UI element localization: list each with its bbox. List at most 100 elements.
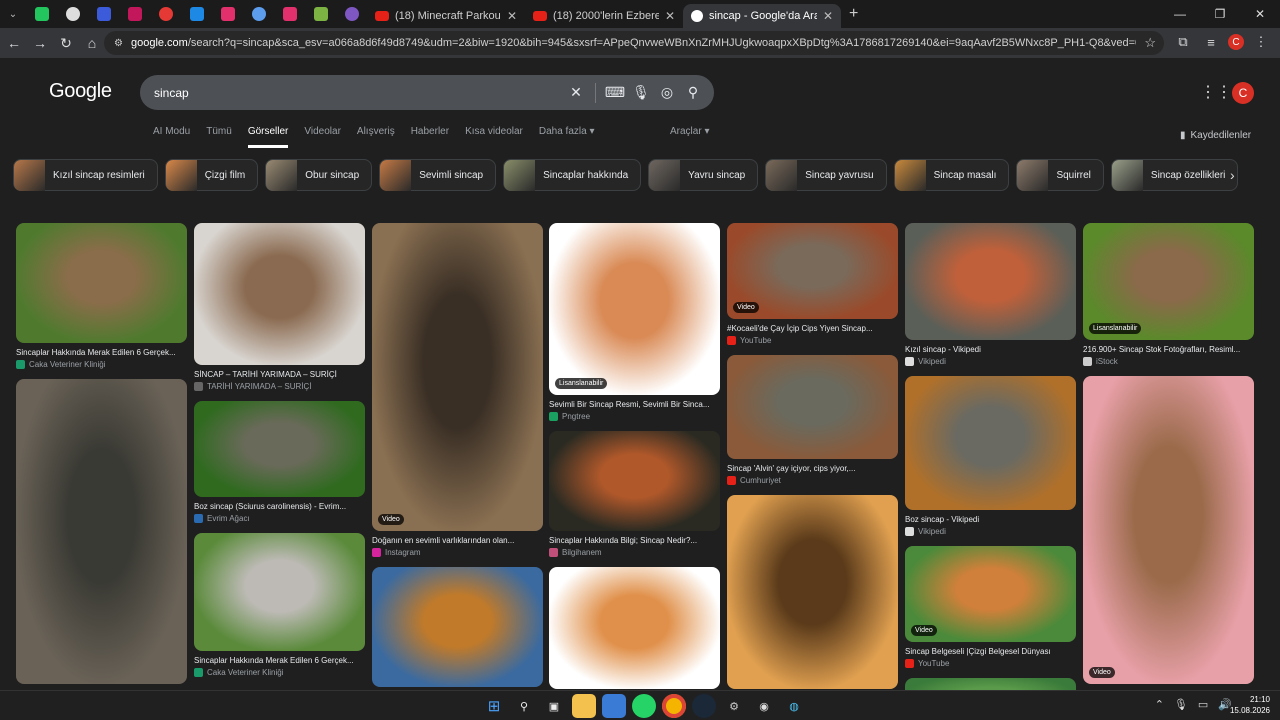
close-window-icon[interactable]: ✕: [1240, 0, 1280, 28]
image-result[interactable]: Lisanslanabilir Sevimli Bir Sincap Resmi,…: [549, 223, 721, 421]
result-thumbnail[interactable]: [549, 567, 720, 689]
browser-tab[interactable]: (18) 2000'lerin Ezbere Bilinen 3 ✕: [525, 4, 683, 28]
browser-tab-active[interactable]: sincap - Google'da Ara ✕: [683, 4, 841, 28]
search-input[interactable]: sincap: [154, 86, 563, 100]
pinned-tab[interactable]: [88, 0, 119, 28]
image-result[interactable]: Video: [1083, 376, 1255, 684]
result-source[interactable]: Caka Veteriner Kliniği: [194, 668, 366, 677]
image-result[interactable]: [372, 567, 544, 687]
image-result[interactable]: Sincaplar Hakkında Merak Edilen 6 Gerçek…: [16, 223, 188, 369]
result-title[interactable]: Sincaplar Hakkında Merak Edilen 6 Gerçek…: [16, 348, 188, 357]
saved-button[interactable]: ▮ Kaydedilenler: [1180, 130, 1251, 141]
related-search-chip[interactable]: Squirrel: [1016, 159, 1104, 191]
pinned-tab[interactable]: [274, 0, 305, 28]
close-tab-icon[interactable]: ✕: [507, 9, 517, 23]
result-source[interactable]: Bilgihanem: [549, 548, 721, 557]
store-icon[interactable]: [602, 694, 626, 718]
result-title[interactable]: Kızıl sincap - Vikipedi: [905, 345, 1077, 354]
maximize-icon[interactable]: ❐: [1200, 0, 1240, 28]
tab-shopping[interactable]: Alışveriş: [357, 126, 395, 148]
related-search-chip[interactable]: Sincap özellikleri: [1110, 159, 1239, 191]
forward-icon[interactable]: →: [28, 31, 52, 55]
minimize-icon[interactable]: —: [1160, 0, 1200, 28]
tab-more[interactable]: Daha fazla ▾: [539, 126, 595, 148]
image-result[interactable]: Video Doğanın en sevimli varlıklarından o…: [372, 223, 544, 557]
back-icon[interactable]: ←: [2, 31, 26, 55]
keyboard-icon[interactable]: ⌨: [602, 84, 628, 101]
tools-button[interactable]: Araçlar ▾: [670, 126, 709, 137]
result-title[interactable]: Boz sincap - Vikipedi: [905, 515, 1077, 524]
settings-icon[interactable]: ⚙: [722, 694, 746, 718]
result-thumbnail[interactable]: Lisanslanabilir: [1083, 223, 1254, 340]
related-search-chip[interactable]: Sincaplar hakkında: [503, 159, 642, 191]
address-bar[interactable]: ⚙ google.com/search?q=sincap&sca_esv=a06…: [104, 31, 1164, 55]
image-result[interactable]: Sincaplar Hakkında Merak Edilen 6 Gerçek…: [194, 533, 366, 677]
pinned-tab[interactable]: [336, 0, 367, 28]
result-thumbnail[interactable]: [905, 678, 1076, 690]
close-tab-icon[interactable]: ✕: [823, 9, 833, 23]
browser-tab[interactable]: (18) Minecraft Parkour Gamepla ✕: [367, 4, 525, 28]
result-source[interactable]: YouTube: [727, 336, 899, 345]
tab-images[interactable]: Görseller: [247, 126, 289, 148]
image-result[interactable]: SİNCAP – TARİHİ YARIMADA – SURİÇİ TARİHİ …: [194, 223, 366, 391]
tab-search-icon[interactable]: ⌄: [0, 9, 26, 20]
related-search-chip[interactable]: Sincap masalı: [893, 159, 1010, 191]
steam-icon[interactable]: [692, 694, 716, 718]
profile-avatar[interactable]: C: [1228, 34, 1244, 50]
result-source[interactable]: iStock: [1083, 357, 1255, 366]
result-thumbnail[interactable]: [727, 355, 898, 459]
search-icon[interactable]: ⚲: [680, 84, 706, 101]
image-result[interactable]: Sincaplar Hakkında Bilgi; Sincap Nedir?.…: [549, 431, 721, 557]
microphone-icon[interactable]: 🎙: [628, 84, 654, 101]
home-icon[interactable]: ⌂: [80, 31, 104, 55]
result-thumbnail[interactable]: [194, 223, 365, 365]
image-result[interactable]: Video Sincap Belgeseli |Çizgi Belgesel Dü…: [905, 546, 1077, 668]
result-thumbnail[interactable]: Lisanslanabilir: [549, 223, 720, 395]
google-logo[interactable]: Google: [49, 80, 112, 103]
network-globe-icon[interactable]: ◍: [782, 694, 806, 718]
chrome-icon[interactable]: [662, 694, 686, 718]
result-source[interactable]: Vikipedi: [905, 527, 1077, 536]
whatsapp-icon[interactable]: [632, 694, 656, 718]
microphone-icon[interactable]: 🎙: [1174, 698, 1188, 711]
result-title[interactable]: Sincap 'Alvin' çay içiyor, cips yiyor,..…: [727, 464, 899, 473]
result-title[interactable]: Sincaplar Hakkında Bilgi; Sincap Nedir?.…: [549, 536, 721, 545]
result-thumbnail[interactable]: Video: [1083, 376, 1254, 684]
tab-short-videos[interactable]: Kısa videolar: [465, 126, 523, 148]
result-source[interactable]: Cumhuriyet: [727, 476, 899, 485]
pinned-tab[interactable]: [243, 0, 274, 28]
display-icon[interactable]: ▭: [1198, 698, 1208, 711]
result-title[interactable]: Sevimli Bir Sincap Resmi, Sevimli Bir Si…: [549, 400, 721, 409]
start-icon[interactable]: ⊞: [482, 694, 506, 718]
pinned-tab[interactable]: [181, 0, 212, 28]
result-thumbnail[interactable]: [549, 431, 720, 531]
result-source[interactable]: Caka Veteriner Kliniği: [16, 360, 188, 369]
result-title[interactable]: Doğanın en sevimli varlıklarından olan..…: [372, 536, 544, 545]
result-thumbnail[interactable]: Video: [727, 223, 898, 319]
account-avatar[interactable]: C: [1232, 82, 1254, 104]
result-source[interactable]: Pngtree: [549, 412, 721, 421]
reading-list-icon[interactable]: ≡: [1200, 31, 1222, 53]
image-result[interactable]: Lisanslanabilir 216.900+ Sincap Stok Foto…: [1083, 223, 1255, 366]
result-title[interactable]: SİNCAP – TARİHİ YARIMADA – SURİÇİ: [194, 370, 366, 379]
result-title[interactable]: Sincap Belgeseli |Çizgi Belgesel Dünyası: [905, 647, 1077, 656]
result-title[interactable]: Sincaplar Hakkında Merak Edilen 6 Gerçek…: [194, 656, 366, 665]
result-source[interactable]: Vikipedi: [905, 357, 1077, 366]
image-result[interactable]: Kızıl sincap - Vikipedi Vikipedi: [905, 223, 1077, 366]
site-info-icon[interactable]: ⚙: [114, 38, 123, 49]
discord-icon[interactable]: ◉: [752, 694, 776, 718]
extensions-icon[interactable]: ⧉: [1172, 31, 1194, 53]
result-thumbnail[interactable]: [905, 223, 1076, 340]
related-search-chip[interactable]: Yavru sincap: [648, 159, 759, 191]
pinned-tab[interactable]: [57, 0, 88, 28]
related-search-chip[interactable]: Çizgi film: [164, 159, 259, 191]
menu-icon[interactable]: ⋮: [1250, 31, 1272, 53]
result-title[interactable]: 216.900+ Sincap Stok Fotoğrafları, Resim…: [1083, 345, 1255, 354]
result-source[interactable]: TARİHİ YARIMADA – SURİÇİ: [194, 382, 366, 391]
result-thumbnail[interactable]: [727, 495, 898, 689]
result-thumbnail[interactable]: [16, 379, 187, 684]
result-source[interactable]: Evrim Ağacı: [194, 514, 366, 523]
result-thumbnail[interactable]: [194, 533, 365, 651]
bookmark-star-icon[interactable]: ☆: [1144, 35, 1156, 51]
related-search-chip[interactable]: Sevimli sincap: [379, 159, 497, 191]
